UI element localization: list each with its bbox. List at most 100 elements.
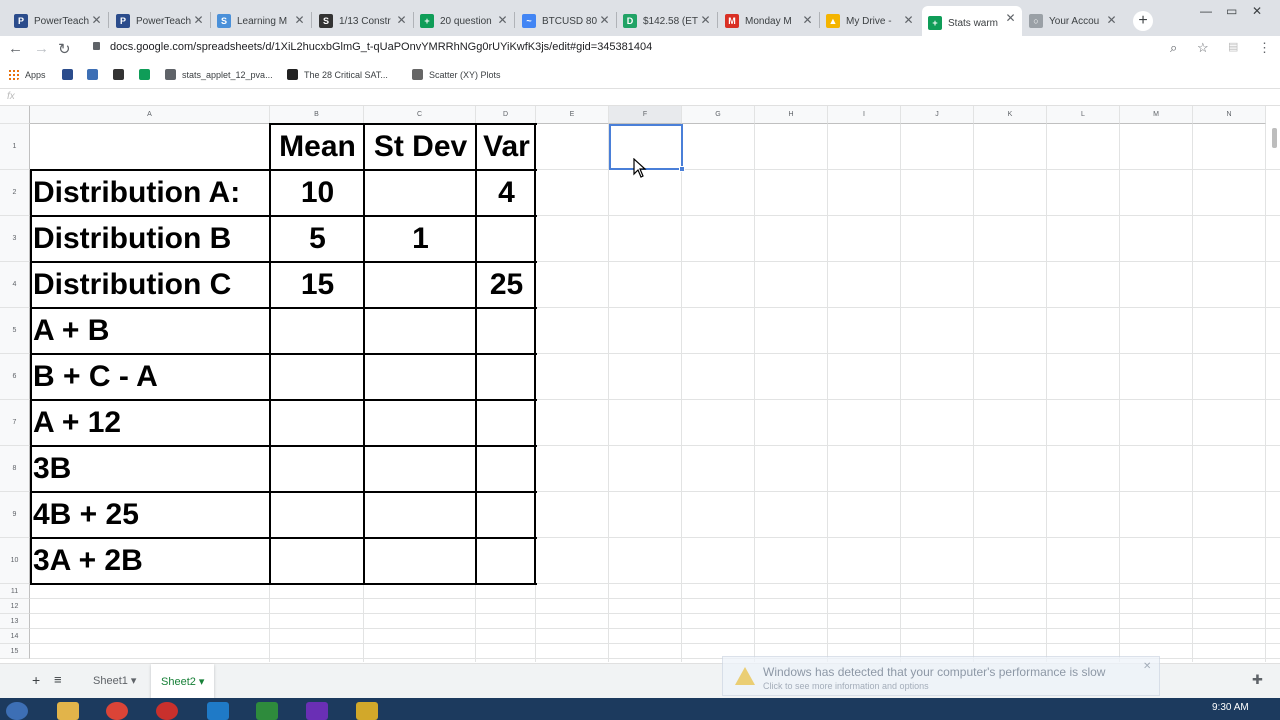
column-header[interactable]: N bbox=[1193, 106, 1266, 124]
value-cell[interactable] bbox=[273, 446, 362, 492]
media-icon[interactable] bbox=[156, 702, 178, 720]
row-label-cell[interactable]: A + B bbox=[33, 308, 268, 354]
row-label-cell[interactable]: 3A + 2B bbox=[33, 538, 268, 584]
row-label-cell[interactable]: 3B bbox=[33, 446, 268, 492]
value-cell[interactable] bbox=[367, 492, 474, 538]
row-header[interactable]: 4 bbox=[0, 262, 30, 308]
value-cell[interactable]: 4 bbox=[479, 170, 534, 216]
column-header[interactable]: H bbox=[755, 106, 828, 124]
browser-tab[interactable]: S 1/13 Constr ✕ bbox=[313, 8, 413, 34]
sheet-tab-sheet1[interactable]: Sheet1 ▾ bbox=[93, 674, 136, 687]
row-header[interactable]: 1 bbox=[0, 124, 30, 170]
value-cell[interactable] bbox=[367, 354, 474, 400]
header-cell[interactable]: St Dev bbox=[367, 124, 474, 170]
browser-tab[interactable]: M Monday M ✕ bbox=[719, 8, 819, 34]
browser-tab[interactable]: P PowerTeach ✕ bbox=[8, 8, 108, 34]
column-header[interactable]: C bbox=[364, 106, 476, 124]
tab-close-icon[interactable]: ✕ bbox=[193, 13, 203, 27]
value-cell[interactable] bbox=[273, 308, 362, 354]
browser-tab[interactable]: +20 question ✕ bbox=[414, 8, 514, 34]
column-header[interactable]: E bbox=[536, 106, 609, 124]
value-cell[interactable] bbox=[367, 446, 474, 492]
row-label-cell[interactable]: A + 12 bbox=[33, 400, 268, 446]
tab-close-icon[interactable]: ✕ bbox=[1005, 11, 1015, 25]
value-cell[interactable] bbox=[367, 170, 474, 216]
onenote-icon[interactable] bbox=[306, 702, 328, 720]
calculator-icon[interactable] bbox=[256, 702, 278, 720]
fill-handle[interactable] bbox=[679, 166, 685, 172]
column-header[interactable]: L bbox=[1047, 106, 1120, 124]
row-header[interactable]: 13 bbox=[0, 614, 30, 629]
tab-close-icon[interactable]: ✕ bbox=[396, 13, 406, 27]
menu-icon[interactable]: ⋮ bbox=[1258, 40, 1271, 56]
tab-close-icon[interactable]: ✕ bbox=[802, 13, 812, 27]
tab-close-icon[interactable]: ✕ bbox=[599, 13, 609, 27]
extension-icon[interactable]: ▤ bbox=[1228, 40, 1238, 53]
column-header[interactable]: A bbox=[30, 106, 270, 124]
browser-tab[interactable]: D $142.58 (ET ✕ bbox=[617, 8, 717, 34]
row-header[interactable]: 9 bbox=[0, 492, 30, 538]
bookmark-item[interactable] bbox=[139, 69, 156, 80]
tab-close-icon[interactable]: ✕ bbox=[91, 13, 101, 27]
app-icon[interactable] bbox=[207, 702, 229, 720]
column-header[interactable]: I bbox=[828, 106, 901, 124]
header-cell[interactable]: Mean bbox=[273, 124, 362, 170]
row-header[interactable]: 12 bbox=[0, 599, 30, 614]
value-cell[interactable] bbox=[367, 400, 474, 446]
value-cell[interactable]: 15 bbox=[273, 262, 362, 308]
vertical-scrollbar[interactable] bbox=[1272, 128, 1277, 148]
header-cell[interactable]: Var bbox=[479, 124, 534, 170]
spreadsheet-grid[interactable]: A B C D E F G H I J K L M N 1 2 3 4 5 6 7 8 9 10 11 12 13 14 15 Mean S… bbox=[0, 106, 1280, 662]
add-sheet-button[interactable]: + bbox=[32, 672, 40, 688]
notification-close-icon[interactable]: ✕ bbox=[1143, 661, 1151, 672]
browser-tab[interactable]: P PowerTeach ✕ bbox=[110, 8, 210, 34]
new-tab-button[interactable]: + bbox=[1133, 11, 1153, 31]
select-all-corner[interactable] bbox=[0, 106, 30, 124]
value-cell[interactable] bbox=[479, 538, 534, 584]
value-cell[interactable] bbox=[367, 262, 474, 308]
value-cell[interactable] bbox=[479, 400, 534, 446]
value-cell[interactable] bbox=[273, 354, 362, 400]
value-cell[interactable] bbox=[273, 492, 362, 538]
start-icon[interactable] bbox=[6, 702, 28, 720]
explore-icon[interactable]: ✚ bbox=[1252, 672, 1263, 688]
value-cell[interactable] bbox=[479, 446, 534, 492]
close-window-button[interactable]: ✕ bbox=[1252, 4, 1262, 18]
browser-tab[interactable]: S Learning M ✕ bbox=[211, 8, 311, 34]
value-cell[interactable] bbox=[479, 216, 534, 262]
bookmark-star-icon[interactable]: ☆ bbox=[1197, 40, 1209, 56]
column-header[interactable]: J bbox=[901, 106, 974, 124]
minimize-button[interactable]: — bbox=[1200, 4, 1212, 18]
row-header[interactable]: 3 bbox=[0, 216, 30, 262]
back-icon[interactable]: ← bbox=[8, 40, 23, 57]
row-header[interactable]: 15 bbox=[0, 644, 30, 659]
row-label-cell[interactable]: 4B + 25 bbox=[33, 492, 268, 538]
column-header[interactable]: F bbox=[609, 106, 682, 124]
zoom-icon[interactable]: ⌕ bbox=[1170, 40, 1177, 56]
bookmark-item[interactable] bbox=[113, 69, 130, 80]
value-cell[interactable]: 5 bbox=[273, 216, 362, 262]
row-header[interactable]: 11 bbox=[0, 584, 30, 599]
forward-icon[interactable]: → bbox=[34, 40, 49, 57]
url-field[interactable]: docs.google.com/spreadsheets/d/1XiL2hucx… bbox=[110, 41, 652, 53]
column-header[interactable]: B bbox=[270, 106, 364, 124]
folder-icon[interactable] bbox=[356, 702, 378, 720]
taskbar-clock[interactable]: 9:30 AM bbox=[1212, 702, 1249, 713]
bookmark-item[interactable] bbox=[87, 69, 104, 80]
file-explorer-icon[interactable] bbox=[57, 702, 79, 720]
chrome-icon[interactable] bbox=[106, 702, 128, 720]
value-cell[interactable] bbox=[479, 308, 534, 354]
row-label-cell[interactable]: Distribution A: bbox=[33, 170, 268, 216]
row-header[interactable]: 8 bbox=[0, 446, 30, 492]
windows-performance-notification[interactable]: Windows has detected that your computer'… bbox=[722, 656, 1160, 696]
value-cell[interactable] bbox=[367, 308, 474, 354]
value-cell[interactable]: 25 bbox=[479, 262, 534, 308]
reload-icon[interactable]: ↻ bbox=[58, 40, 71, 58]
browser-tab[interactable]: + Stats warm ✕ bbox=[922, 6, 1022, 40]
row-label-cell[interactable]: B + C - A bbox=[33, 354, 268, 400]
bookmark-item[interactable]: Scatter (XY) Plots bbox=[412, 69, 501, 80]
column-header[interactable]: K bbox=[974, 106, 1047, 124]
row-header[interactable]: 14 bbox=[0, 629, 30, 644]
tab-close-icon[interactable]: ✕ bbox=[1106, 13, 1116, 27]
row-header[interactable]: 10 bbox=[0, 538, 30, 584]
